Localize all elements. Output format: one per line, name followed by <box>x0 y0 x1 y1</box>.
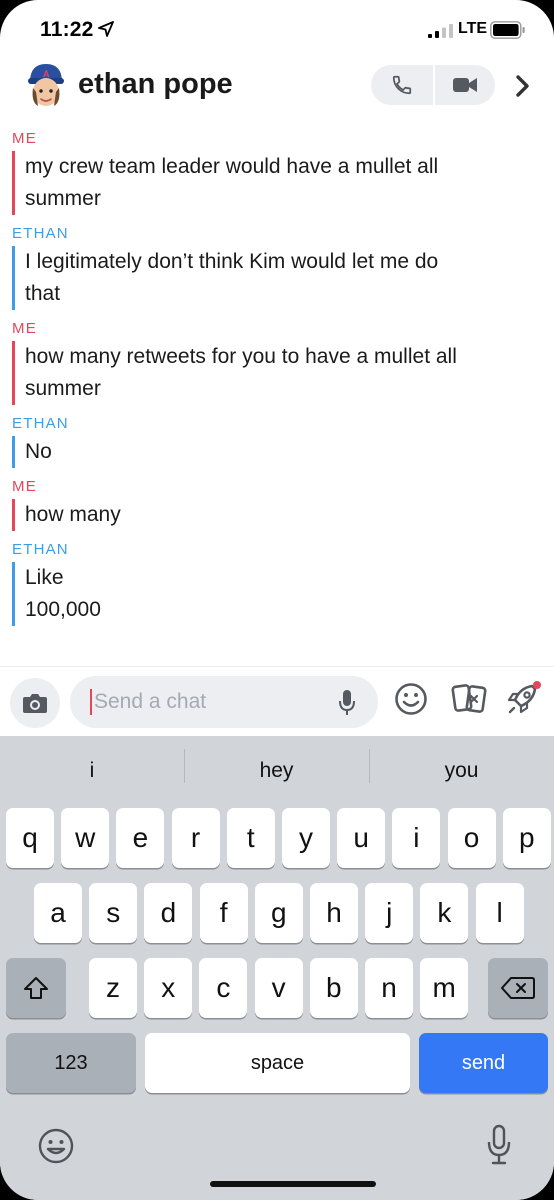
divider <box>0 666 554 667</box>
chat-screen: 11:22 LTE A ethan pope ME my crew team l… <box>0 0 554 1200</box>
message-sender: ETHAN <box>12 541 69 558</box>
key-f[interactable]: f <box>199 883 248 943</box>
message-text: that <box>25 282 61 305</box>
key-n[interactable]: n <box>365 958 413 1018</box>
call-actions <box>371 65 495 105</box>
message-group: ME how many retweets for you to have a mu… <box>12 320 554 405</box>
chat-header: A ethan pope <box>0 56 554 116</box>
message-text: how many <box>25 503 121 526</box>
key-o[interactable]: o <box>447 808 496 868</box>
message-text: No <box>25 440 52 463</box>
message-group: ETHAN I legitimately don’t think Kim woul… <box>12 225 554 310</box>
key-k[interactable]: k <box>420 883 469 943</box>
key-c[interactable]: c <box>199 958 248 1018</box>
suggestion-bar: i hey you <box>0 736 554 806</box>
message-body[interactable]: how many retweets for you to have a mull… <box>12 341 554 405</box>
phone-icon <box>392 75 412 95</box>
message-text: I legitimately don’t think Kim would let… <box>25 250 439 273</box>
key-j[interactable]: j <box>365 883 414 943</box>
chat-input-placeholder: Send a chat <box>94 690 207 713</box>
suggestion-3[interactable]: you <box>369 736 554 806</box>
key-b[interactable]: b <box>309 958 358 1018</box>
message-text: summer <box>25 187 101 210</box>
contact-name[interactable]: ethan pope <box>78 68 233 101</box>
network-type: LTE <box>458 20 488 37</box>
emoji-keyboard-icon[interactable] <box>38 1128 74 1164</box>
key-t[interactable]: t <box>226 808 275 868</box>
shift-arrow-icon <box>24 977 48 999</box>
message-sender: ME <box>12 320 37 337</box>
key-h[interactable]: h <box>310 883 358 943</box>
key-l[interactable]: l <box>475 883 524 943</box>
backspace-icon <box>501 977 535 999</box>
key-e[interactable]: e <box>116 808 165 868</box>
key-s[interactable]: s <box>89 883 138 943</box>
message-group: ME my crew team leader would have a mulle… <box>12 130 554 215</box>
camera-icon <box>23 694 47 713</box>
message-group: ME how many <box>12 478 554 531</box>
key-g[interactable]: g <box>254 883 303 943</box>
message-sender: ETHAN <box>12 415 69 432</box>
message-group: ETHAN No <box>12 415 554 468</box>
message-body[interactable]: No <box>12 436 554 468</box>
key-z[interactable]: z <box>89 958 137 1018</box>
message-body[interactable]: my crew team leader would have a mullet … <box>12 151 554 215</box>
message-text: Like <box>25 566 64 589</box>
message-body[interactable]: I legitimately don’t think Kim would let… <box>12 246 554 310</box>
text-caret <box>90 689 92 715</box>
location-arrow-icon <box>98 21 114 37</box>
chevron-right-icon[interactable] <box>510 72 534 100</box>
delete-key[interactable] <box>488 958 548 1018</box>
key-a[interactable]: a <box>34 883 82 943</box>
emoji-icon[interactable] <box>394 682 428 716</box>
key-y[interactable]: y <box>282 808 330 868</box>
message-body[interactable]: Like 100,000 <box>12 562 554 626</box>
message-text: my crew team leader would have a mullet … <box>25 155 439 178</box>
home-indicator[interactable] <box>210 1181 376 1187</box>
microphone-icon[interactable] <box>338 689 356 717</box>
signal-bars-icon <box>428 24 453 38</box>
space-key[interactable]: space <box>145 1033 410 1093</box>
numbers-key[interactable]: 123 <box>6 1033 136 1093</box>
message-text: how many retweets for you to have a mull… <box>25 345 457 368</box>
bitmoji-avatar[interactable]: A <box>22 58 70 112</box>
key-m[interactable]: m <box>420 958 469 1018</box>
suggestion-2[interactable]: hey <box>184 736 369 806</box>
memories-cards-icon[interactable] <box>450 682 488 716</box>
message-group: ETHAN Like 100,000 <box>12 541 554 626</box>
voice-call-button[interactable] <box>371 65 433 105</box>
key-d[interactable]: d <box>144 883 193 943</box>
message-list: ME my crew team leader would have a mulle… <box>0 130 554 636</box>
key-i[interactable]: i <box>392 808 441 868</box>
dictation-icon[interactable] <box>486 1124 512 1166</box>
chat-input[interactable]: Send a chat <box>70 676 378 728</box>
message-text: summer <box>25 377 101 400</box>
shift-key[interactable] <box>6 958 66 1018</box>
composer-bar: Send a chat <box>0 668 554 736</box>
message-body[interactable]: how many <box>12 499 554 531</box>
message-sender: ME <box>12 130 37 147</box>
battery-icon <box>490 21 525 39</box>
message-sender: ME <box>12 478 37 495</box>
message-text: 100,000 <box>25 598 101 621</box>
status-bar: 11:22 LTE <box>0 0 554 56</box>
video-call-button[interactable] <box>433 65 495 105</box>
send-key[interactable]: send <box>419 1033 548 1093</box>
key-x[interactable]: x <box>144 958 193 1018</box>
camera-button[interactable] <box>10 678 60 728</box>
key-p[interactable]: p <box>502 808 551 868</box>
video-icon <box>453 78 477 92</box>
status-time: 11:22 <box>40 18 94 41</box>
key-u[interactable]: u <box>337 808 386 868</box>
suggestion-1[interactable]: i <box>0 736 184 806</box>
rocket-games-icon[interactable] <box>504 680 542 718</box>
keyboard: i hey you 123 space send qwertyuiopasdfg… <box>0 736 554 1200</box>
key-r[interactable]: r <box>171 808 220 868</box>
key-q[interactable]: q <box>6 808 54 868</box>
svg-text:A: A <box>43 69 50 79</box>
key-w[interactable]: w <box>61 808 110 868</box>
message-sender: ETHAN <box>12 225 69 242</box>
key-v[interactable]: v <box>254 958 303 1018</box>
